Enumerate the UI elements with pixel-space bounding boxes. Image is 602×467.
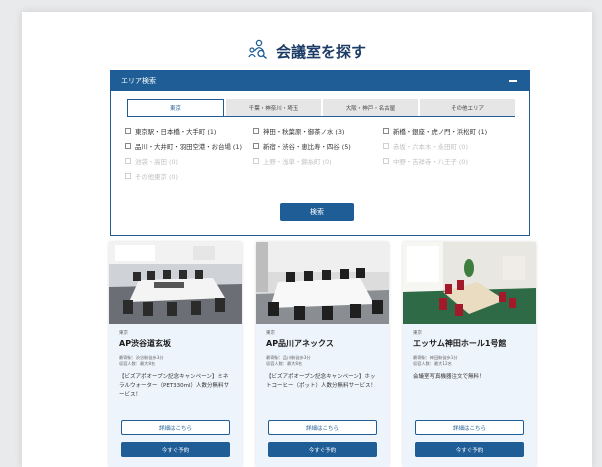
checkbox[interactable] <box>125 143 131 149</box>
checkbox <box>383 158 389 164</box>
checkbox[interactable] <box>383 128 389 134</box>
room-region: 東京 <box>266 331 275 336</box>
room-description: 会議室写真機器注文で無料！ <box>413 374 485 380</box>
room-capacity: 収容人数：最大12名 <box>413 361 452 366</box>
page-header: 会議室を探す <box>22 36 592 66</box>
room-name[interactable]: エッサム神田ホール1号館 <box>413 338 526 349</box>
room-meta: 最寄駅：神田駅徒歩1分 収容人数：最大12名 <box>413 355 526 367</box>
area-search-panel: エリア検索 東京 千葉・神奈川・埼玉 大阪・神戸・名古屋 その他エリア 東京駅・… <box>110 70 530 236</box>
room-meta: 最寄駅：品川駅徒歩3分 収容人数：最大8名 <box>266 355 379 367</box>
room-photo <box>109 242 242 324</box>
room-photo <box>403 242 536 324</box>
page-title: 会議室を探す <box>275 42 366 61</box>
book-now-button[interactable]: 今すぐ予約 <box>415 442 524 457</box>
area-option-disabled: 赤坂・六本木・永田町 (0) <box>383 140 517 152</box>
area-option-disabled: 上野・浅草・錦糸町 (0) <box>253 155 383 167</box>
checkbox[interactable] <box>253 143 259 149</box>
room-name[interactable]: AP渋谷道玄坂 <box>119 338 232 349</box>
area-option[interactable]: 神田・秋葉原・御茶ノ水 (3) <box>253 125 383 137</box>
checkbox <box>383 143 389 149</box>
area-option[interactable]: 東京駅・日本橋・大手町 (1) <box>125 125 253 137</box>
room-card-list: 東京 AP渋谷道玄坂 最寄駅：渋谷駅徒歩3分 収容人数：最大8名 【ビズアポオー… <box>109 242 537 467</box>
area-option-disabled: 池袋・高田 (0) <box>125 155 253 167</box>
room-description: 【ビズアポオープン記念キャンペーン】ホットコーヒー（ポット）人数分無料サービス！ <box>266 374 377 389</box>
room-description: 【ビズアポオープン記念キャンペーン】ミネラルウォーター（PET330ml）人数分… <box>119 374 230 398</box>
checkbox <box>253 158 259 164</box>
area-checkbox-list: 東京駅・日本橋・大手町 (1) 神田・秋葉原・御茶ノ水 (3) 新橋・銀座・虎ノ… <box>125 125 517 182</box>
detail-button[interactable]: 詳細はこちら <box>121 420 230 435</box>
tab-chiba-kanagawa-saitama[interactable]: 千葉・神奈川・埼玉 <box>226 99 321 116</box>
checkbox <box>125 173 131 179</box>
area-search-header: エリア検索 <box>111 71 529 91</box>
area-option[interactable]: 新宿・渋谷・恵比寿・四谷 (5) <box>253 140 383 152</box>
room-name[interactable]: AP品川アネックス <box>266 338 379 349</box>
room-photo <box>256 242 389 324</box>
room-card[interactable]: 東京 エッサム神田ホール1号館 最寄駅：神田駅徒歩1分 収容人数：最大12名 会… <box>403 242 536 467</box>
tab-osaka-kobe-nagoya[interactable]: 大阪・神戸・名古屋 <box>323 99 418 116</box>
tab-other-areas[interactable]: その他エリア <box>420 99 515 116</box>
checkbox[interactable] <box>125 128 131 134</box>
book-now-button[interactable]: 今すぐ予約 <box>121 442 230 457</box>
room-region: 東京 <box>413 331 422 336</box>
checkbox <box>125 158 131 164</box>
page: 会議室を探す エリア検索 東京 千葉・神奈川・埼玉 大阪・神戸・名古屋 その他エ… <box>22 12 592 467</box>
book-now-button[interactable]: 今すぐ予約 <box>268 442 377 457</box>
minus-icon[interactable] <box>507 75 519 87</box>
room-card[interactable]: 東京 AP品川アネックス 最寄駅：品川駅徒歩3分 収容人数：最大8名 【ビズアポ… <box>256 242 389 467</box>
area-tabs: 東京 千葉・神奈川・埼玉 大阪・神戸・名古屋 その他エリア <box>127 99 515 117</box>
detail-button[interactable]: 詳細はこちら <box>268 420 377 435</box>
room-meta: 最寄駅：渋谷駅徒歩3分 収容人数：最大8名 <box>119 355 232 367</box>
checkbox[interactable] <box>253 128 259 134</box>
area-option[interactable]: 新橋・銀座・虎ノ門・浜松町 (1) <box>383 125 517 137</box>
room-capacity: 収容人数：最大8名 <box>119 361 156 366</box>
area-option-disabled: 中野・吉祥寺・八王子 (0) <box>383 155 517 167</box>
meeting-people-icon <box>248 39 270 63</box>
room-region: 東京 <box>119 331 128 336</box>
area-option-disabled: その他東京 (0) <box>125 170 253 182</box>
room-capacity: 収容人数：最大8名 <box>266 361 303 366</box>
detail-button[interactable]: 詳細はこちら <box>415 420 524 435</box>
tab-tokyo[interactable]: 東京 <box>127 99 224 116</box>
area-option[interactable]: 品川・大井町・羽田空港・お台場 (1) <box>125 140 253 152</box>
search-button[interactable]: 検索 <box>280 203 354 221</box>
room-card[interactable]: 東京 AP渋谷道玄坂 最寄駅：渋谷駅徒歩3分 収容人数：最大8名 【ビズアポオー… <box>109 242 242 467</box>
area-search-title: エリア検索 <box>121 77 156 85</box>
